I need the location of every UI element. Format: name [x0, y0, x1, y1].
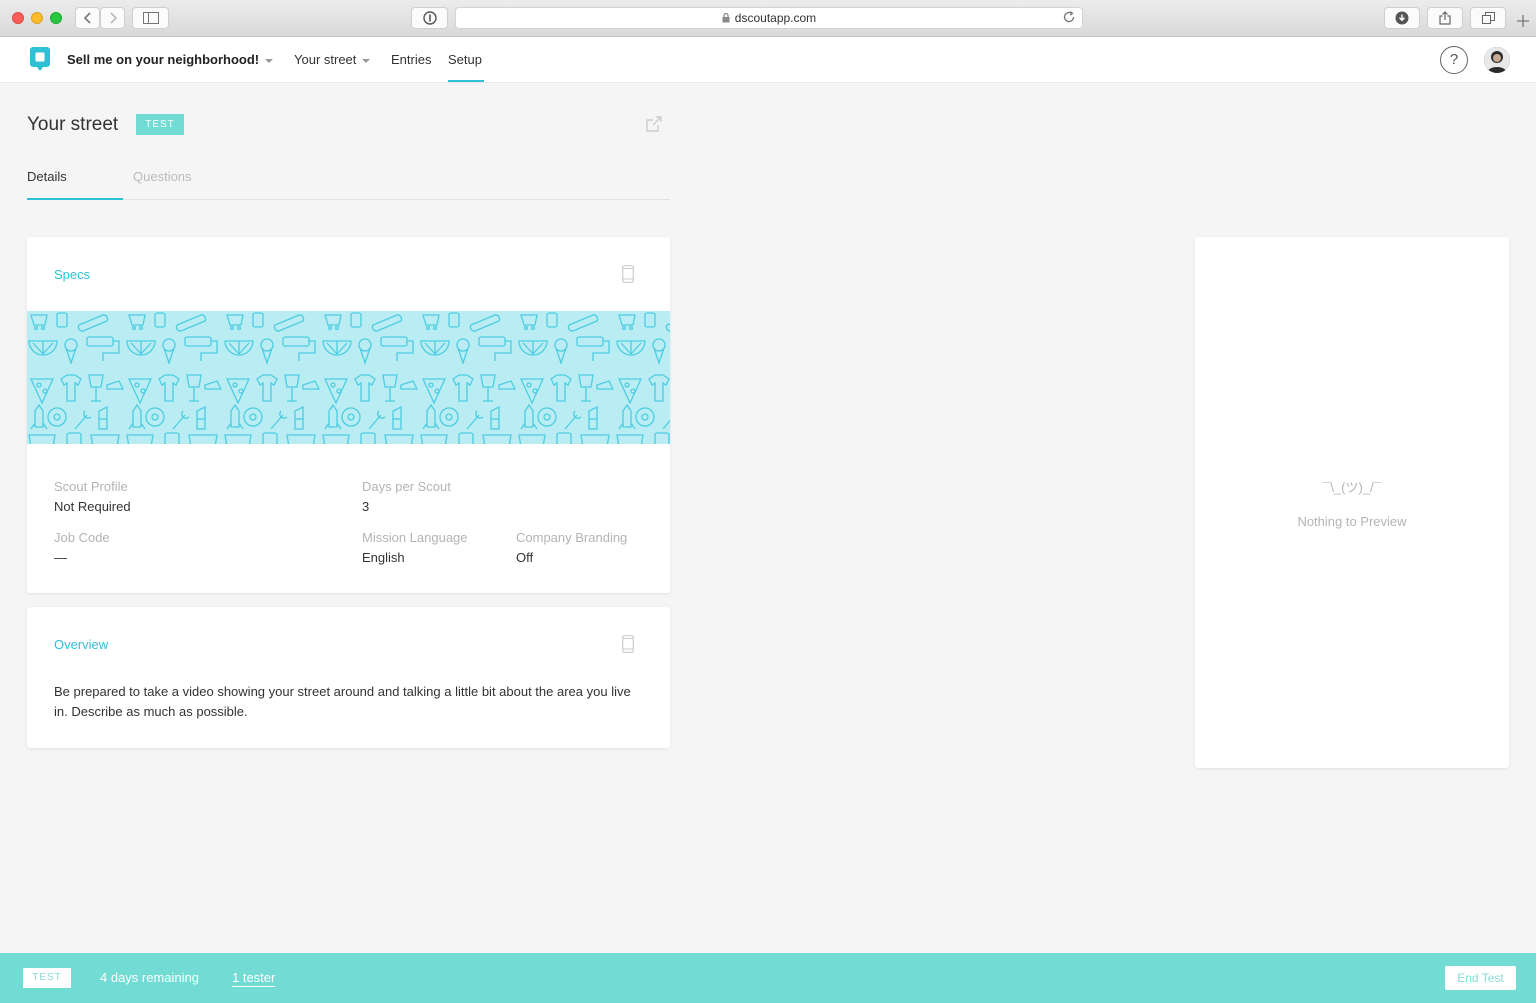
phone-icon — [622, 635, 634, 653]
forward-button[interactable] — [100, 7, 125, 29]
mobile-preview-button[interactable] — [622, 635, 634, 658]
user-photo-icon — [1484, 47, 1510, 73]
phone-icon — [622, 265, 634, 283]
scout-profile-label: Scout Profile — [54, 479, 128, 494]
lock-icon — [722, 13, 730, 23]
share-icon — [646, 116, 662, 132]
question-mark-icon: ? — [1449, 51, 1459, 68]
mission-banner-image — [27, 311, 670, 444]
dscout-logo-icon — [30, 47, 50, 71]
testers-link[interactable]: 1 tester — [232, 970, 276, 987]
active-nav-indicator — [448, 80, 484, 82]
page-title: Your street — [27, 114, 119, 135]
url-text: dscoutapp.com — [734, 11, 817, 25]
back-button[interactable] — [75, 7, 100, 29]
plus-icon — [1517, 15, 1529, 27]
test-badge: TEST — [136, 114, 184, 135]
days-per-scout-label: Days per Scout — [362, 479, 451, 494]
part-label: Your street — [294, 52, 357, 67]
tab-questions[interactable]: Questions — [133, 169, 192, 184]
part-dropdown[interactable]: Your street — [294, 52, 371, 67]
active-tab-indicator — [27, 198, 123, 200]
mission-language-label: Mission Language — [362, 530, 468, 545]
user-avatar[interactable] — [1484, 47, 1510, 73]
app-header: Sell me on your neighborhood! Your stree… — [0, 37, 1536, 83]
minimize-window-button[interactable] — [31, 12, 43, 24]
nav-setup[interactable]: Setup — [448, 52, 482, 67]
overview-card: Overview Be prepared to take a video sho… — [27, 607, 670, 748]
browser-toolbar: dscoutapp.com — [0, 0, 1536, 37]
days-remaining-text: 4 days remaining — [100, 970, 199, 985]
empty-preview-text: Nothing to Preview — [1297, 514, 1407, 529]
tab-bar: Details Questions — [27, 165, 670, 200]
downloads-button[interactable] — [1384, 7, 1420, 29]
specs-title: Specs — [54, 267, 91, 282]
tab-details[interactable]: Details — [27, 169, 67, 184]
shrug-emoticon: ¯\_(ツ)_/¯ — [1323, 480, 1381, 495]
mobile-preview-button[interactable] — [622, 265, 634, 288]
sidebar-toggle-button[interactable] — [132, 7, 169, 29]
end-test-button[interactable]: End Test — [1445, 966, 1516, 990]
key-info-icon — [422, 11, 437, 25]
mission-title: Sell me on your neighborhood! — [67, 52, 260, 67]
caret-down-icon — [265, 58, 274, 63]
chevron-right-icon — [109, 12, 117, 24]
test-status-bar: TEST 4 days remaining 1 tester End Test — [0, 953, 1536, 1003]
close-window-button[interactable] — [12, 12, 24, 24]
download-icon — [1395, 11, 1409, 25]
overview-title: Overview — [54, 637, 109, 652]
share-icon — [1439, 11, 1451, 25]
company-branding-label: Company Branding — [516, 530, 628, 545]
tabs-icon — [1481, 12, 1495, 24]
specs-card: Specs Scout Profile Not Required Days pe… — [27, 237, 670, 593]
scout-profile-value: Not Required — [54, 499, 131, 514]
days-per-scout-value: 3 — [362, 499, 370, 514]
neighborhood-pattern-illustration — [27, 311, 670, 444]
overview-text: Be prepared to take a video showing your… — [54, 684, 631, 719]
job-code-label: Job Code — [54, 530, 110, 545]
help-button[interactable]: ? — [1440, 46, 1468, 74]
password-manager-button[interactable] — [411, 7, 448, 29]
nav-entries[interactable]: Entries — [391, 52, 431, 67]
sidebar-icon — [142, 12, 159, 24]
dscout-logo[interactable] — [30, 47, 50, 76]
mission-language-value: English — [362, 550, 405, 565]
zoom-window-button[interactable] — [50, 12, 62, 24]
job-code-value: — — [54, 550, 67, 565]
share-button[interactable] — [645, 115, 663, 138]
chevron-left-icon — [83, 12, 91, 24]
address-bar[interactable]: dscoutapp.com — [455, 7, 1083, 29]
tabs-overview-button[interactable] — [1470, 7, 1506, 29]
preview-panel: ¯\_(ツ)_/¯ Nothing to Preview — [1195, 237, 1509, 768]
footer-test-badge: TEST — [23, 968, 71, 988]
caret-down-icon — [362, 58, 371, 63]
new-tab-button[interactable] — [1516, 14, 1536, 36]
company-branding-value: Off — [516, 550, 534, 565]
reload-icon[interactable] — [1062, 10, 1076, 24]
mission-dropdown[interactable]: Sell me on your neighborhood! — [67, 52, 274, 67]
testers-link-label: 1 tester — [232, 970, 276, 987]
share-page-button[interactable] — [1427, 7, 1463, 29]
